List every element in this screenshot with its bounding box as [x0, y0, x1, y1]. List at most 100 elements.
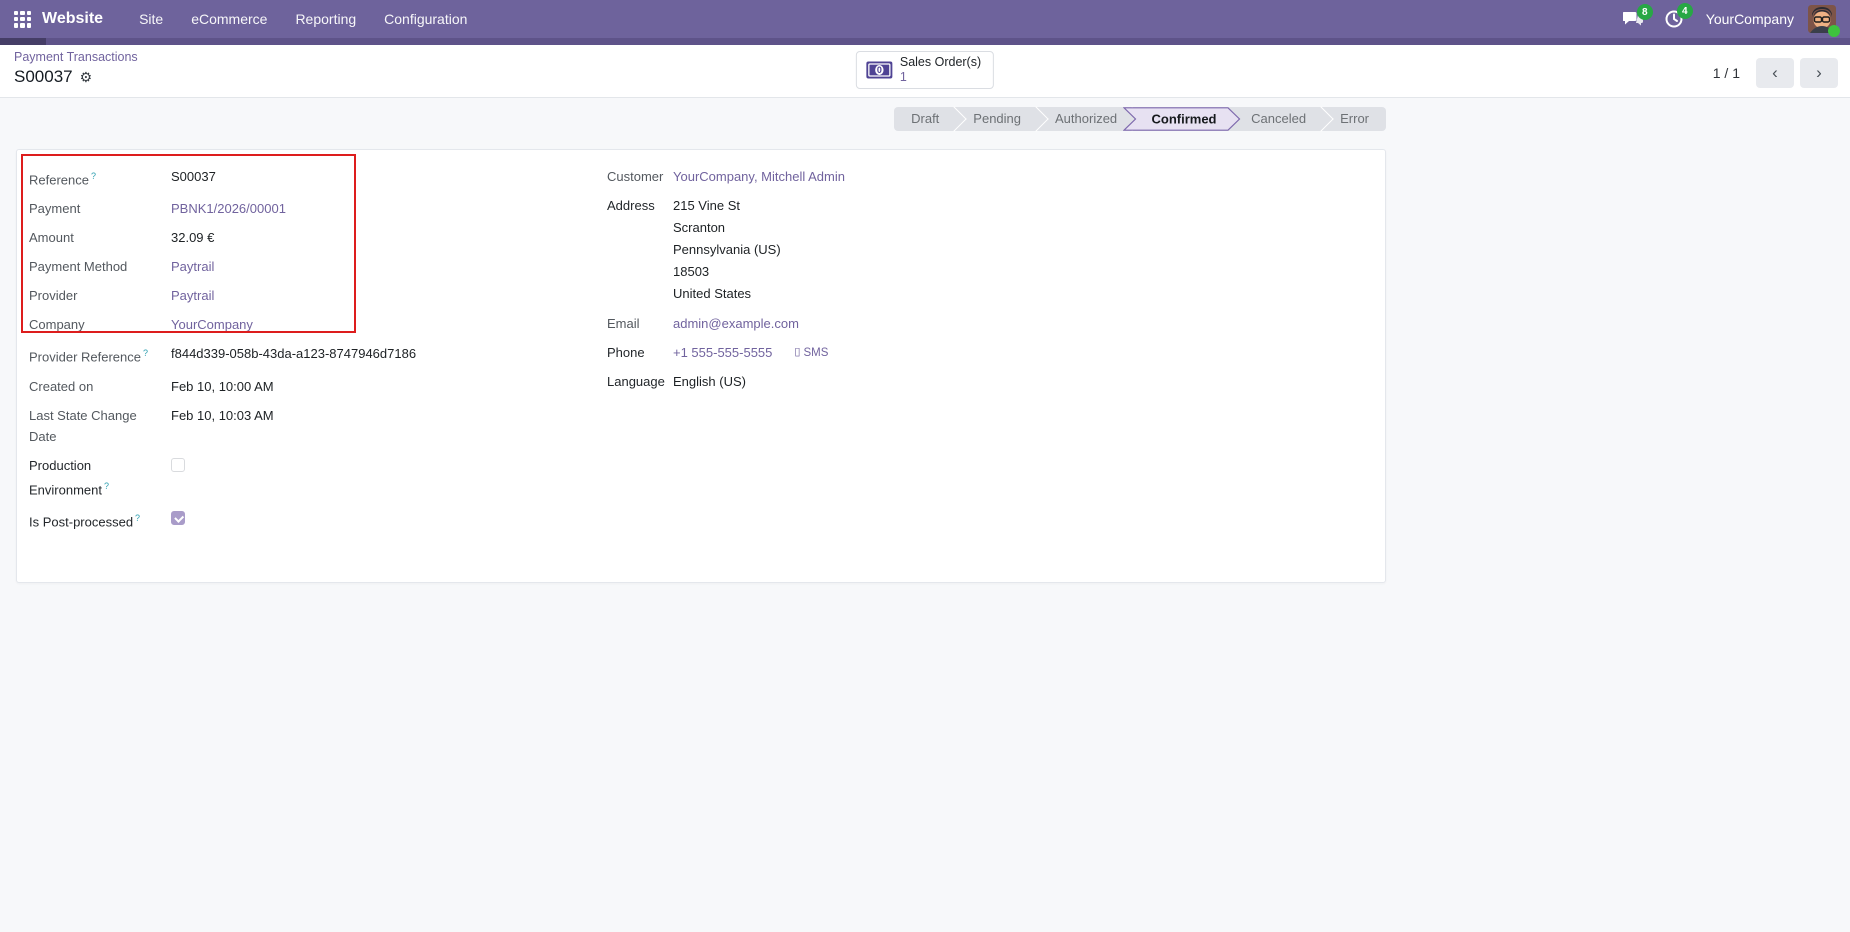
user-menu[interactable] — [1808, 5, 1840, 37]
field-row-language: Language English (US) — [607, 371, 1373, 392]
activities-badge: 4 — [1676, 3, 1693, 19]
breadcrumb: Payment Transactions S00037 ⚙ — [14, 49, 138, 88]
status-step-draft[interactable]: Draft — [894, 107, 956, 131]
sms-button-label: SMS — [803, 346, 829, 359]
address-line: Scranton — [673, 220, 726, 235]
field-label: Production Environment? — [29, 457, 109, 497]
payment-method-link[interactable]: Paytrail — [171, 256, 214, 277]
field-label: Created on — [29, 378, 94, 394]
secondary-bar-segment — [0, 38, 46, 45]
field-row-last-state-change: Last State Change Date Feb 10, 10:03 AM — [29, 405, 607, 447]
field-label: Reference? — [29, 171, 96, 188]
status-step-error[interactable]: Error — [1323, 107, 1386, 131]
field-row-email: Email admin@example.com — [607, 313, 1373, 334]
field-group-right: Customer YourCompany, Mitchell Admin Add… — [607, 166, 1373, 540]
online-status-dot — [1828, 25, 1840, 37]
pager-previous-button[interactable]: ‹ — [1756, 58, 1794, 88]
company-switcher[interactable]: YourCompany — [1706, 11, 1794, 27]
apps-grid-icon[interactable] — [14, 10, 31, 28]
payment-link[interactable]: PBNK1/2026/00001 — [171, 198, 286, 219]
field-label: Provider — [29, 288, 78, 304]
field-label: Is Post-processed? — [29, 512, 141, 530]
field-row-reference: Reference? S00037 — [29, 166, 607, 190]
address-line: 18503 — [673, 264, 710, 279]
address-line: United States — [673, 286, 752, 301]
chevron-right-icon: › — [1816, 63, 1822, 82]
field-row-phone: Phone +1 555-555-5555 ▯ SMS — [607, 342, 1373, 363]
field-row-address: Address 215 Vine St Scranton Pennsylvani… — [607, 195, 1373, 305]
menu-ecommerce[interactable]: eCommerce — [191, 11, 267, 27]
field-label: Amount — [29, 230, 74, 246]
pager-next-button[interactable]: › — [1800, 58, 1838, 88]
provider-link[interactable]: Paytrail — [171, 285, 214, 306]
form-sheet: Reference? S00037 Payment PBNK1/2026/000… — [16, 149, 1386, 583]
is-post-processed-checkbox[interactable] — [171, 510, 185, 525]
field-row-payment: Payment PBNK1/2026/00001 — [29, 198, 607, 219]
top-navbar: Website Site eCommerce Reporting Configu… — [0, 0, 1850, 38]
field-value: English (US) — [673, 374, 746, 389]
menu-reporting[interactable]: Reporting — [295, 11, 356, 27]
breadcrumb-payment-transactions[interactable]: Payment Transactions — [14, 49, 138, 65]
secondary-bar — [0, 38, 1850, 45]
field-value: f844d339-058b-43da-a123-8747946d7186 — [171, 346, 417, 362]
field-label: Last State Change Date — [29, 407, 137, 444]
field-group-left: Reference? S00037 Payment PBNK1/2026/000… — [29, 166, 607, 540]
field-row-company: Company YourCompany — [29, 314, 607, 335]
field-label: Phone — [607, 345, 645, 360]
sales-orders-smart-button[interactable]: 0 Sales Order(s) 1 — [855, 51, 995, 89]
address-line: 215 Vine St — [673, 198, 740, 213]
field-label: Payment — [29, 201, 81, 217]
help-icon: ? — [90, 171, 96, 181]
status-step-authorized[interactable]: Authorized — [1038, 107, 1134, 131]
email-link[interactable]: admin@example.com — [673, 313, 799, 334]
field-label: Language — [607, 374, 665, 389]
address-line: Pennsylvania (US) — [673, 242, 781, 257]
settings-gear-icon[interactable]: ⚙ — [80, 66, 93, 88]
smart-button-label: Sales Order(s) — [899, 55, 982, 69]
status-step-confirmed-active[interactable]: Confirmed — [1123, 107, 1241, 131]
status-step-pending[interactable]: Pending — [956, 107, 1038, 131]
field-label: Provider Reference? — [29, 348, 149, 365]
control-panel: Payment Transactions S00037 ⚙ 0 Sales Or… — [0, 45, 1850, 98]
phone-link[interactable]: +1 555-555-5555 — [673, 342, 772, 363]
status-step-confirmed-label: Confirmed — [1152, 112, 1217, 127]
svg-text:0: 0 — [877, 65, 882, 75]
company-link[interactable]: YourCompany — [171, 314, 253, 335]
field-value: Feb 10, 10:03 AM — [171, 407, 274, 423]
messages-badge: 8 — [1636, 4, 1653, 20]
field-row-customer: Customer YourCompany, Mitchell Admin — [607, 166, 1373, 187]
chevron-left-icon: ‹ — [1772, 63, 1778, 82]
field-label: Email — [607, 316, 640, 331]
menu-configuration[interactable]: Configuration — [384, 11, 467, 27]
field-row-amount: Amount 32.09 € — [29, 227, 607, 248]
help-icon: ? — [103, 480, 109, 491]
address-block: 215 Vine St Scranton Pennsylvania (US) 1… — [673, 195, 781, 305]
help-icon: ? — [143, 348, 149, 359]
menu-site[interactable]: Site — [139, 11, 163, 27]
pager: 1 / 1 ‹ › — [1713, 58, 1838, 88]
record-name: S00037 — [14, 67, 73, 86]
field-row-production-environment: Production Environment? — [29, 455, 607, 500]
activities-icon[interactable]: 4 — [1664, 3, 1693, 29]
field-label: Address — [607, 198, 655, 213]
mobile-phone-icon: ▯ — [794, 346, 801, 358]
field-label: Company — [29, 317, 85, 333]
field-row-provider: Provider Paytrail — [29, 285, 607, 306]
sms-button[interactable]: ▯ SMS — [794, 342, 828, 363]
field-value: S00037 — [171, 169, 216, 184]
messages-icon[interactable]: 8 — [1622, 4, 1653, 28]
customer-link[interactable]: YourCompany, Mitchell Admin — [673, 166, 845, 187]
money-bill-icon: 0 — [866, 61, 893, 79]
status-step-canceled[interactable]: Canceled — [1230, 107, 1323, 131]
production-environment-checkbox[interactable] — [171, 457, 185, 472]
odoo-payment-transaction-page: Website Site eCommerce Reporting Configu… — [0, 0, 1850, 932]
pager-value: 1 / 1 — [1712, 65, 1740, 81]
field-label: Customer — [607, 169, 664, 184]
field-value: Feb 10, 10:00 AM — [171, 378, 274, 394]
app-name-website[interactable]: Website — [42, 10, 103, 28]
field-label: Payment Method — [29, 259, 128, 275]
field-row-payment-method: Payment Method Paytrail — [29, 256, 607, 277]
systray: 8 4 YourCompany — [1613, 3, 1850, 37]
help-icon: ? — [135, 512, 141, 523]
statusbar: Draft Pending Authorized Confirmed Cance… — [894, 107, 1386, 131]
